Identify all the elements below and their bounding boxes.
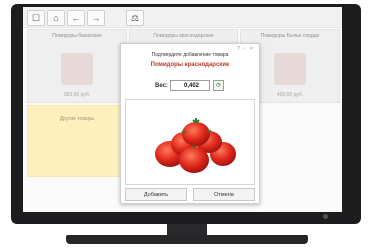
monitor-stand-base: [66, 235, 308, 244]
dialog-title: Подтвердите добавление товара: [151, 52, 229, 58]
toolbar: ☐ ⌂ ← → ⚖: [23, 7, 342, 28]
home-icon[interactable]: ⌂: [47, 10, 65, 26]
add-button[interactable]: Добавить: [125, 188, 187, 201]
power-indicator: [323, 214, 328, 219]
weight-input[interactable]: 0,402: [170, 80, 210, 91]
screen: ☐ ⌂ ← → ⚖ Помидоры бакинские 350,00 руб.…: [23, 7, 342, 212]
weight-label: Вес:: [155, 83, 168, 89]
product-photo: [125, 99, 255, 185]
arrow-left-icon[interactable]: ←: [67, 10, 85, 26]
refresh-weight-icon[interactable]: ⟳: [213, 80, 224, 91]
tomatoes-image: [155, 118, 236, 173]
confirm-dialog: ? ▫ × Подтвердите добавление товара Поми…: [120, 43, 260, 204]
cancel-button[interactable]: Отмена: [193, 188, 255, 201]
arrow-right-icon[interactable]: →: [87, 10, 105, 26]
dialog-product-name: Помидоры краснодарские: [150, 62, 230, 68]
checkbox-icon[interactable]: ☐: [27, 10, 45, 26]
scales-icon[interactable]: ⚖: [126, 10, 144, 26]
